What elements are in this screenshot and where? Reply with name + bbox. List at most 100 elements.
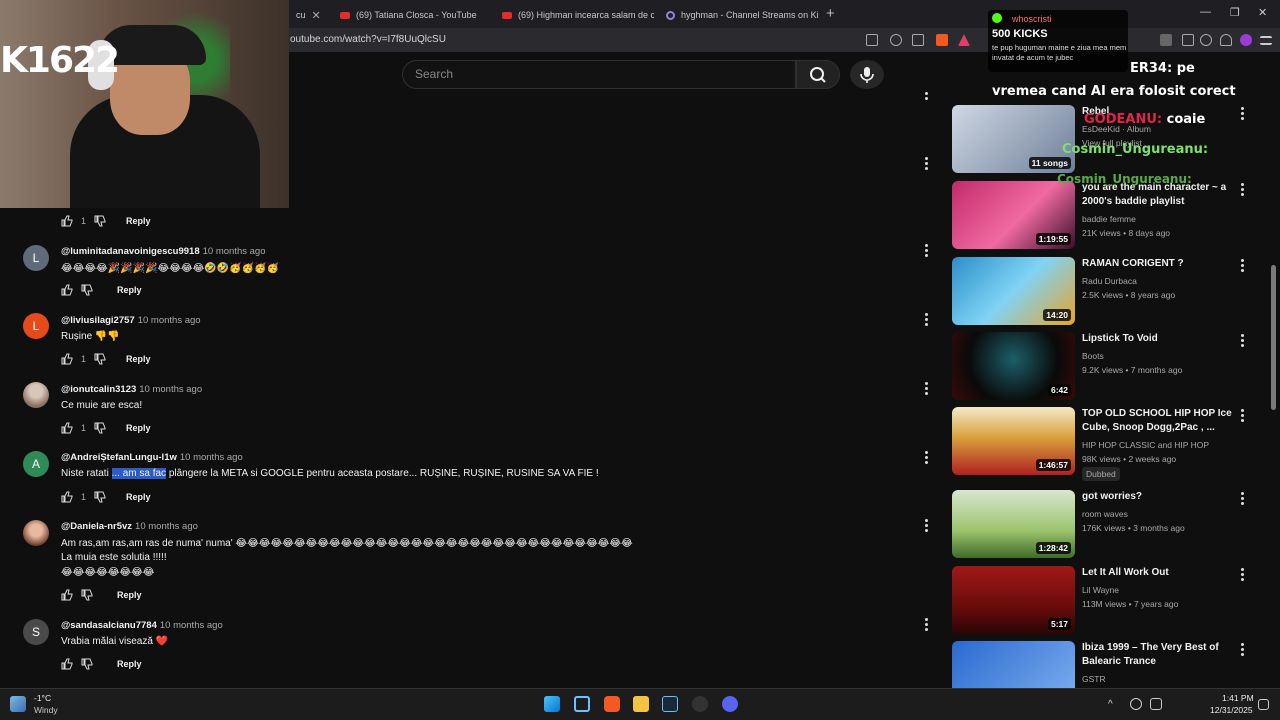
comment-more-icon[interactable]: [923, 244, 929, 258]
voice-search-button[interactable]: [850, 60, 884, 89]
video-thumbnail[interactable]: 14:20: [952, 257, 1075, 325]
new-tab-icon[interactable]: +: [826, 5, 835, 22]
comment-more-icon[interactable]: [923, 618, 929, 632]
sidebar-icon[interactable]: [1182, 34, 1194, 46]
comment-time[interactable]: 10 months ago: [203, 246, 266, 257]
chevron-up-icon[interactable]: ^: [1108, 699, 1113, 710]
video-thumbnail[interactable]: 11 songs: [952, 105, 1075, 173]
video-title[interactable]: Lipstick To Void: [1082, 332, 1232, 346]
comment-time[interactable]: 10 months ago: [180, 452, 243, 463]
comment-author[interactable]: @luminitadanavoinigescu9918: [61, 246, 200, 257]
dislike-icon[interactable]: [94, 353, 106, 365]
app-icon[interactable]: [692, 696, 708, 712]
avatar[interactable]: A: [23, 451, 49, 477]
cast-icon[interactable]: [866, 34, 878, 46]
vpn-icon[interactable]: [1220, 34, 1232, 46]
reply-button[interactable]: Reply: [126, 216, 151, 226]
minimize-icon[interactable]: —: [1200, 6, 1211, 18]
weather-desc[interactable]: Windy: [34, 705, 58, 715]
recommendation-video[interactable]: 14:20 RAMAN CORIGENT ? Radu Durbaca 2.5K…: [952, 257, 1252, 325]
url-field[interactable]: outube.com/watch?v=I7f8UuQlcSU: [290, 34, 446, 45]
recommendation-video[interactable]: 6:42 Lipstick To Void Boots 9.2K views •…: [952, 332, 1252, 400]
like-icon[interactable]: [61, 284, 73, 296]
comment-time[interactable]: 10 months ago: [135, 521, 198, 532]
extension-icon[interactable]: [1160, 34, 1172, 46]
reply-button[interactable]: Reply: [117, 590, 142, 600]
recommendation-video[interactable]: 5:17 Let It All Work Out Lil Wayne 113M …: [952, 566, 1252, 634]
video-title[interactable]: Let It All Work Out: [1082, 566, 1232, 580]
video-title[interactable]: RAMAN CORIGENT ?: [1082, 257, 1232, 271]
comment-more-icon[interactable]: [923, 157, 929, 171]
avatar[interactable]: S: [23, 619, 49, 645]
comment-time[interactable]: 10 months ago: [138, 315, 201, 326]
comment-time[interactable]: 10 months ago: [139, 384, 202, 395]
video-more-icon[interactable]: [1239, 334, 1245, 349]
comment-author[interactable]: @Daniela-nr5vz: [61, 521, 132, 532]
tab-youtube-1[interactable]: (69) Tatiana Closca - YouTube: [332, 4, 492, 26]
share-icon[interactable]: [912, 34, 924, 46]
video-channel[interactable]: Boots: [1082, 349, 1104, 363]
like-icon[interactable]: [61, 491, 73, 503]
video-channel[interactable]: GSTR: [1082, 672, 1106, 686]
video-more-icon[interactable]: [1239, 259, 1245, 274]
like-icon[interactable]: [61, 353, 73, 365]
dislike-icon[interactable]: [81, 589, 93, 601]
leo-ai-icon[interactable]: [1240, 34, 1252, 46]
video-title[interactable]: Ibiza 1999 – The Very Best of Balearic T…: [1082, 641, 1232, 669]
like-icon[interactable]: [61, 658, 73, 670]
like-icon[interactable]: [61, 589, 73, 601]
video-more-icon[interactable]: [1239, 107, 1245, 122]
comment-more-icon[interactable]: [923, 451, 929, 465]
comment-author[interactable]: @ionutcalin3123: [61, 384, 136, 395]
brave-browser-icon[interactable]: [604, 696, 620, 712]
video-thumbnail[interactable]: 1:46:57: [952, 407, 1075, 475]
maximize-icon[interactable]: ❐: [1230, 6, 1240, 19]
windows-start-icon[interactable]: [544, 696, 560, 712]
dislike-icon[interactable]: [81, 284, 93, 296]
close-icon[interactable]: ✕: [312, 9, 321, 22]
comment-author[interactable]: @sandasalcianu7784: [61, 620, 157, 631]
video-channel[interactable]: Lil Wayne: [1082, 583, 1119, 597]
clock-date[interactable]: 12/31/2025: [1210, 705, 1253, 715]
like-icon[interactable]: [61, 215, 73, 227]
video-channel[interactable]: HIP HOP CLASSIC and HIP HOP: [1082, 438, 1209, 452]
avatar[interactable]: L: [23, 313, 49, 339]
notification-icon[interactable]: [1258, 699, 1269, 710]
dislike-icon[interactable]: [94, 491, 106, 503]
video-channel[interactable]: baddie femme: [1082, 212, 1136, 226]
video-thumbnail[interactable]: 1:19:55: [952, 181, 1075, 249]
reply-button[interactable]: Reply: [126, 354, 151, 364]
like-icon[interactable]: [61, 422, 73, 434]
video-more-icon[interactable]: [1239, 643, 1245, 658]
avatar[interactable]: [23, 520, 49, 546]
tab-current[interactable]: cu ✕: [288, 4, 328, 26]
speaker-icon[interactable]: [1150, 698, 1162, 710]
weather-temp[interactable]: -1°C: [34, 693, 51, 703]
network-icon[interactable]: [1130, 698, 1142, 710]
video-thumbnail[interactable]: 1:28:42: [952, 490, 1075, 558]
reply-button[interactable]: Reply: [117, 659, 142, 669]
extensions-icon[interactable]: [1200, 34, 1212, 46]
comment-more-icon[interactable]: [923, 519, 929, 533]
steam-icon[interactable]: [662, 696, 678, 712]
comment-author[interactable]: @AndreiȘtefanLungu-l1w: [61, 452, 177, 463]
dislike-icon[interactable]: [94, 422, 106, 434]
menu-icon[interactable]: [1260, 36, 1272, 45]
dislike-icon[interactable]: [94, 215, 106, 227]
tab-kick[interactable]: hyghman - Channel Streams on Kick: [658, 4, 818, 26]
comment-author[interactable]: @liviusilagi2757: [61, 315, 135, 326]
scrollbar[interactable]: [1271, 265, 1276, 410]
recommendation-video[interactable]: 1:46:57 TOP OLD SCHOOL HIP HOP Ice Cube,…: [952, 407, 1252, 481]
weather-icon[interactable]: [10, 696, 26, 712]
recommendation-video[interactable]: 1:28:42 got worries? room waves 176K vie…: [952, 490, 1252, 558]
more-icon[interactable]: [923, 92, 929, 106]
comment-more-icon[interactable]: [923, 313, 929, 327]
discord-icon[interactable]: [722, 696, 738, 712]
reply-button[interactable]: Reply: [126, 492, 151, 502]
zoom-icon[interactable]: [890, 34, 902, 46]
file-explorer-icon[interactable]: [633, 696, 649, 712]
search-button[interactable]: [796, 60, 840, 89]
recommendation-video[interactable]: Ibiza 1999 – The Very Best of Balearic T…: [952, 641, 1252, 688]
video-channel[interactable]: room waves: [1082, 507, 1128, 521]
avatar[interactable]: [23, 382, 49, 408]
